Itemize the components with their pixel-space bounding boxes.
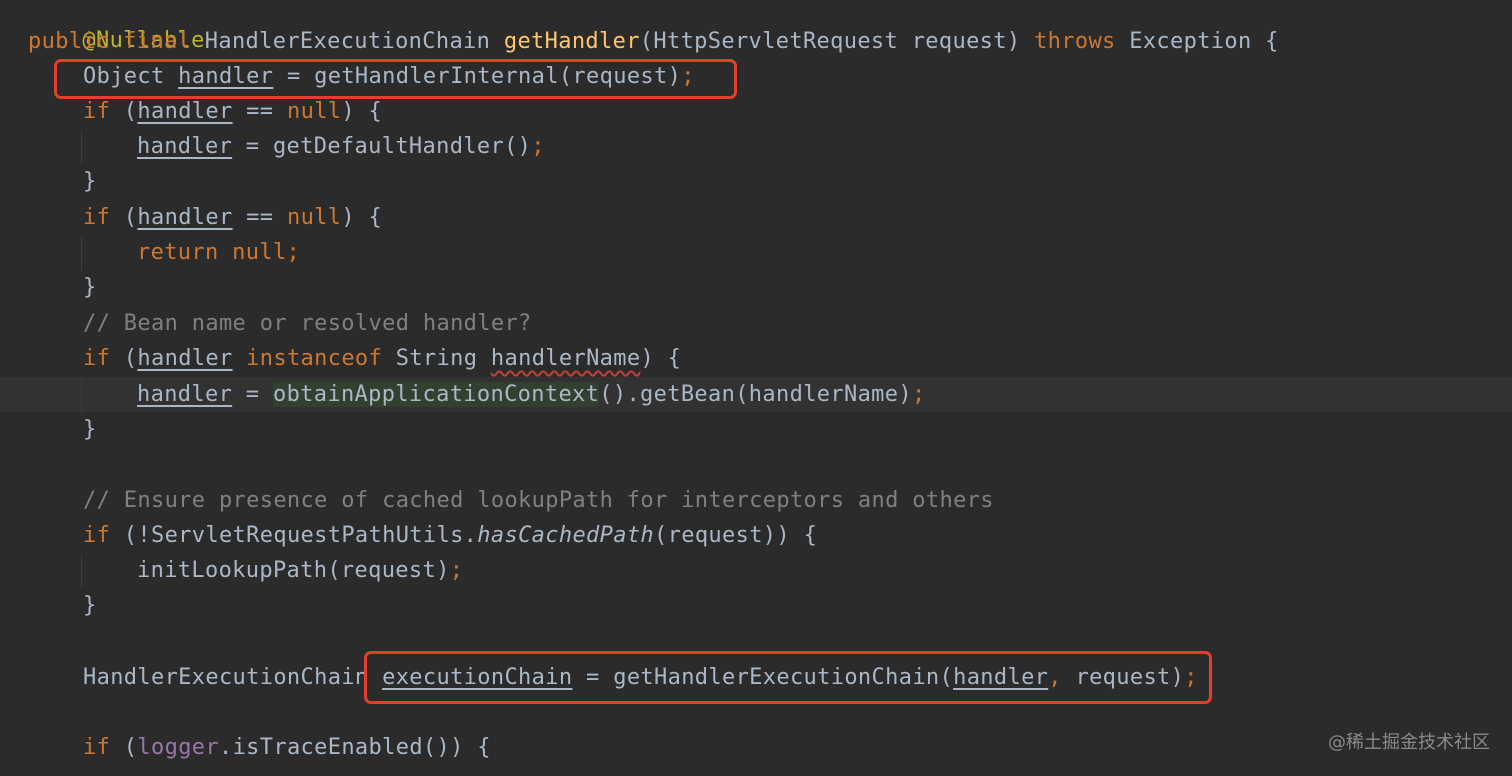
code-line-5: handler = getDefaultHandler(); <box>137 129 545 164</box>
variable-token: handlerName <box>490 346 641 371</box>
paren-token: ) { <box>640 346 682 371</box>
expression-token: (!ServletRequestPathUtils. <box>123 523 478 548</box>
keyword-token: if <box>83 346 124 371</box>
operator-token: == <box>232 205 287 230</box>
variable-token: handler <box>137 382 233 407</box>
keyword-token: instanceof <box>232 346 396 371</box>
code-line-7: if (handler == null) { <box>83 200 382 235</box>
static-method-token: hasCachedPath <box>477 523 655 548</box>
semicolon-token: ; <box>449 558 464 583</box>
brace-token: } <box>83 275 97 300</box>
variable-token: handler <box>137 134 233 159</box>
params-token: (HttpServletRequest request) <box>639 29 1035 54</box>
highlight-box <box>364 651 1212 704</box>
expression-token: = getDefaultHandler() <box>232 134 532 159</box>
method-call-token: obtainApplicationContext <box>272 382 600 407</box>
paren-token: ( <box>123 346 138 371</box>
code-line-15: // Ensure presence of cached lookupPath … <box>83 483 994 518</box>
expression-token: initLookupPath(request) <box>137 558 450 583</box>
paren-token: ) { <box>341 99 383 124</box>
code-line-17: initLookupPath(request); <box>137 553 463 588</box>
keyword-token: if <box>83 735 124 760</box>
brace-token: } <box>83 593 97 618</box>
type-token: HandlerExecutionChain <box>204 29 504 54</box>
highlight-box <box>54 59 737 99</box>
watermark: @稀土掘金技术社区 <box>1328 732 1490 753</box>
indent-guide <box>81 236 82 271</box>
operator-token: = <box>232 382 273 407</box>
type-token: String <box>395 346 491 371</box>
code-line-16: if (!ServletRequestPathUtils.hasCachedPa… <box>83 518 817 553</box>
keyword-token: null <box>286 99 342 124</box>
semicolon-token: ; <box>286 240 301 265</box>
indent-guide <box>81 377 82 412</box>
comment-token: // Bean name or resolved handler? <box>83 311 532 336</box>
variable-token: handler <box>137 346 233 371</box>
brace-token: } <box>83 417 97 442</box>
code-line-9: } <box>83 270 97 305</box>
keyword-token: return null <box>137 240 287 265</box>
code-editor[interactable]: @Nullable public final HandlerExecutionC… <box>0 0 1512 776</box>
keyword-token: null <box>286 205 342 230</box>
indent-guide <box>81 130 82 165</box>
code-line-11: if (handler instanceof String handlerNam… <box>83 341 681 376</box>
code-line-22: if (logger.isTraceEnabled()) { <box>83 730 491 765</box>
type-token: HandlerExecutionChain <box>83 665 383 690</box>
expression-token: (request)) { <box>654 523 818 548</box>
type-token: Exception { <box>1129 29 1279 54</box>
brace-token: } <box>83 169 97 194</box>
keyword-token: if <box>83 99 124 124</box>
code-line-6: } <box>83 164 97 199</box>
keyword-token: throws <box>1034 29 1130 54</box>
paren-token: ( <box>123 205 138 230</box>
operator-token: == <box>232 99 287 124</box>
code-line-2: public final HandlerExecutionChain getHa… <box>28 24 1279 59</box>
paren-token: ( <box>123 99 138 124</box>
code-line-10: // Bean name or resolved handler? <box>83 306 532 341</box>
code-line-1: @Nullable <box>28 0 205 53</box>
keyword-token: if <box>83 205 124 230</box>
indent-guide <box>81 554 82 589</box>
paren-token: ) { <box>341 205 383 230</box>
code-line-8: return null; <box>137 235 300 270</box>
code-line-13: } <box>83 412 97 447</box>
semicolon-token: ; <box>531 134 545 159</box>
keyword-token: if <box>83 523 124 548</box>
expression-token: ().getBean(handlerName) <box>599 382 912 407</box>
variable-token: handler <box>137 99 233 124</box>
field-token: logger <box>137 735 219 760</box>
code-line-12: handler = obtainApplicationContext().get… <box>137 377 926 412</box>
code-line-18: } <box>83 588 97 623</box>
code-line-4: if (handler == null) { <box>83 94 382 129</box>
semicolon-token: ; <box>911 382 926 407</box>
method-name: getHandler <box>503 29 640 54</box>
paren-token: ( <box>123 735 138 760</box>
variable-token: handler <box>137 205 233 230</box>
keyword-token: public final <box>28 29 205 54</box>
expression-token: .isTraceEnabled()) { <box>218 735 491 760</box>
comment-token: // Ensure presence of cached lookupPath … <box>83 488 994 513</box>
